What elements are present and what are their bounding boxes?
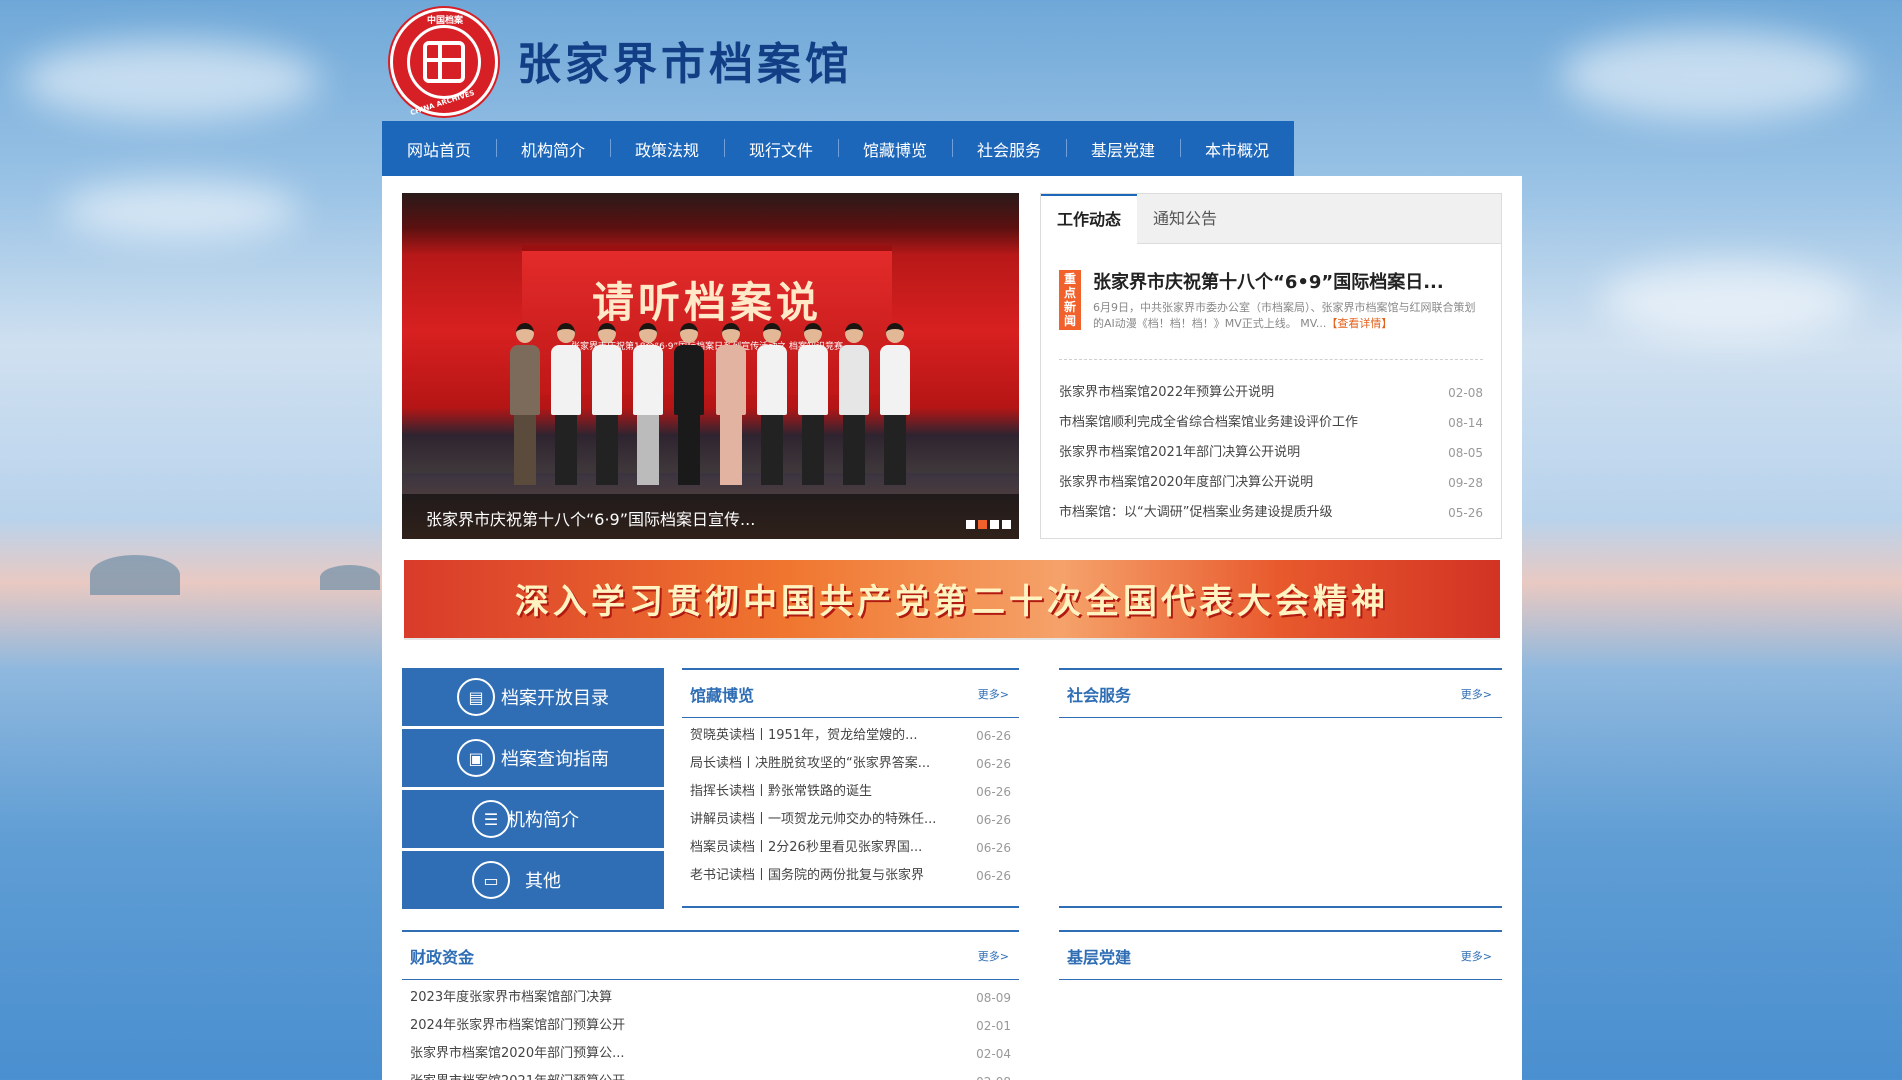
nav-item-social-service[interactable]: 社会服务 [952,137,1066,161]
list-item[interactable]: 讲解员读档丨一项贺龙元帅交办的特殊任... 06-26 [690,806,1011,834]
cloud-decoration [20,40,320,120]
banner-text: 深入学习贯彻中国共产党第二十次全国代表大会精神 [515,582,1389,622]
backdrop-title: 请听档案说 [591,278,822,327]
section-title: 馆藏博览 [690,685,755,705]
social-service-section: 社会服务 更多> [1059,668,1502,908]
page-container: 中国档案 CHINA ARCHIVES 张家界市档案馆 网站首页 机构简介 政策… [382,0,1522,1080]
tab-work-news[interactable]: 工作动态 [1041,194,1137,245]
group-photo [510,323,910,498]
open-catalog-button[interactable]: ▤ 档案开放目录 [402,668,664,726]
list-item[interactable]: 市档案馆：以“大调研”促档案业务建设提质升级 05-26 [1059,498,1483,528]
tab-notices[interactable]: 通知公告 [1137,194,1233,243]
china-archives-logo[interactable]: 中国档案 CHINA ARCHIVES [390,8,498,117]
section-title: 财政资金 [410,947,475,967]
featured-badge: 重点新闻 [1059,270,1081,330]
list-item[interactable]: 2023年度张家界市档案馆部门决算 08-09 [410,984,1011,1012]
slider-dot-3[interactable] [990,520,999,529]
more-link[interactable]: 更多> [1461,686,1492,702]
list-item[interactable]: 档案员读档丨2分26秒里看见张家界国... 06-26 [690,834,1011,862]
list-item[interactable]: 2024年张家界市档案馆部门预算公开 02-01 [410,1012,1011,1040]
list-item[interactable]: 张家界市档案馆2020年部门预算公... 02-04 [410,1040,1011,1068]
nav-item-documents[interactable]: 现行文件 [724,137,838,161]
section-title: 基层党建 [1067,947,1132,967]
cloud-decoration [1600,260,1860,340]
message-icon: ▭ [472,861,510,899]
list-item[interactable]: 张家界市档案馆2021年部门决算公开说明 08-05 [1059,438,1483,468]
list-item[interactable]: 张家界市档案馆2020年度部门决算公开说明 09-28 [1059,468,1483,498]
quick-links: ▤ 档案开放目录 ▣ 档案查询指南 ☰ 机构简介 ▭ 其他 [402,668,664,912]
list-item[interactable]: 张家界市档案馆2022年预算公开说明 02-08 [1059,378,1483,408]
cloud-decoration [1560,30,1860,120]
site-header: 中国档案 CHINA ARCHIVES 张家界市档案馆 [382,0,1522,121]
more-link[interactable]: 更多> [978,948,1009,964]
query-guide-button[interactable]: ▣ 档案查询指南 [402,729,664,787]
nav-item-city-overview[interactable]: 本市概况 [1180,137,1294,161]
main-nav: 网站首页 机构简介 政策法规 现行文件 馆藏博览 社会服务 基层党建 本市概况 [382,121,1294,176]
news-tabs: 工作动态 通知公告 [1041,194,1501,245]
featured-news: 重点新闻 张家界市庆祝第十八个“6•9”国际档案日... 6月9日，中共张家界市… [1059,270,1483,360]
list-item[interactable]: 指挥长读档丨黔张常铁路的诞生 06-26 [690,778,1011,806]
slider-dot-2[interactable] [978,520,987,529]
nav-item-about[interactable]: 机构简介 [496,137,610,161]
document-icon: ☰ [472,800,510,838]
list-item[interactable]: 贺晓英读档丨1951年，贺龙给堂嫂的... 06-26 [690,722,1011,750]
slider-dot-1[interactable] [966,520,975,529]
theme-banner[interactable]: 深入学习贯彻中国共产党第二十次全国代表大会精神 [404,560,1500,638]
section-title: 社会服务 [1067,685,1132,705]
archive-icon: ▤ [457,678,495,716]
party-section: 基层党建 更多> [1059,930,1502,1080]
island-decoration [90,555,180,595]
featured-summary-text: 6月9日，中共张家界市委办公室（市档案局）、张家界市档案馆与红网联合策划的AI动… [1093,301,1476,330]
nav-item-home[interactable]: 网站首页 [382,137,496,161]
site-title: 张家界市档案馆 [517,39,853,90]
nav-item-party[interactable]: 基层党建 [1066,137,1180,161]
featured-summary: 6月9日，中共张家界市委办公室（市档案局）、张家界市档案馆与红网联合策划的AI动… [1093,300,1483,332]
nav-item-policy[interactable]: 政策法规 [610,137,724,161]
news-list: 张家界市档案馆2022年预算公开说明 02-08 市档案馆顺利完成全省综合档案馆业… [1059,378,1483,528]
finance-section: 财政资金 更多> 2023年度张家界市档案馆部门决算 08-09 2024年张家界… [402,930,1019,1080]
list-item[interactable]: 老书记读档丨国务院的两份批复与张家界 06-26 [690,862,1011,890]
other-button[interactable]: ▭ 其他 [402,851,664,909]
news-panel: 工作动态 通知公告 重点新闻 张家界市庆祝第十八个“6•9”国际档案日... 6… [1040,193,1502,539]
list-item[interactable]: 局长读档丨决胜脱贫攻坚的“张家界答案... 06-26 [690,750,1011,778]
slider-dot-4[interactable] [1002,520,1011,529]
slider-caption[interactable]: 张家界市庆祝第十八个“6·9”国际档案日宣传... [426,506,755,530]
list-item[interactable]: 张家界市档案馆2021年部门预算公开02-08 [410,1068,1011,1080]
search-guide-icon: ▣ [457,739,495,777]
logo-text-top: 中国档案 [427,16,464,26]
more-link[interactable]: 更多> [978,686,1009,702]
island-decoration [320,565,380,590]
cloud-decoration [60,180,300,240]
slider-dots [966,520,1011,529]
list-item[interactable]: 市档案馆顺利完成全省综合档案馆业务建设评价工作 08-14 [1059,408,1483,438]
image-slider[interactable]: 请听档案说 张家界市庆祝第18个“6·9”国际档案日系列宣传活动之 档案知识竞赛… [402,193,1019,539]
more-link[interactable]: 更多> [1461,948,1492,964]
nav-item-collection[interactable]: 馆藏博览 [838,137,952,161]
slider-caption-bar: 张家界市庆祝第十八个“6·9”国际档案日宣传... [402,494,1019,539]
featured-title[interactable]: 张家界市庆祝第十八个“6•9”国际档案日... [1093,268,1483,294]
read-more-link[interactable]: 【查看详情】 [1326,317,1392,330]
content-panel: 请听档案说 张家界市庆祝第18个“6·9”国际档案日系列宣传活动之 档案知识竞赛… [382,176,1522,1080]
about-org-button[interactable]: ☰ 机构简介 [402,790,664,848]
collection-section: 馆藏博览 更多> 贺晓英读档丨1951年，贺龙给堂嫂的... 06-26 局长读档… [682,668,1019,908]
